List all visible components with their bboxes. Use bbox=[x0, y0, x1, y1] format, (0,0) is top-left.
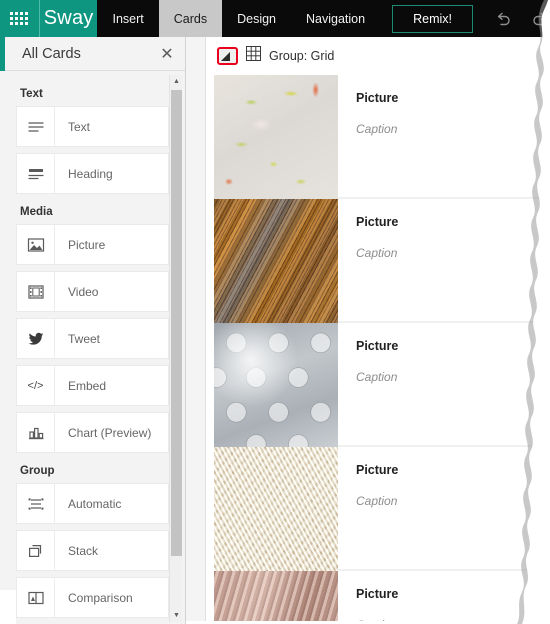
tab-navigation-label: Navigation bbox=[306, 11, 366, 26]
section-label-text: Text bbox=[20, 88, 43, 100]
brand-label: Sway bbox=[43, 7, 94, 29]
card-text: Picture Caption bbox=[338, 571, 550, 624]
card-text: Picture Caption bbox=[338, 199, 550, 321]
embed-code-icon: </> bbox=[17, 366, 55, 405]
undo-icon[interactable] bbox=[493, 9, 513, 29]
card-thumbnail[interactable] bbox=[214, 447, 338, 571]
card-type-video[interactable]: Video bbox=[16, 271, 169, 312]
remix-button-container: Remix! bbox=[380, 0, 473, 37]
history-buttons bbox=[473, 0, 550, 37]
twitter-bird-icon bbox=[17, 319, 55, 358]
section-label-group: Group bbox=[20, 465, 55, 477]
tab-navigation[interactable]: Navigation bbox=[291, 0, 380, 37]
card-thumbnail[interactable] bbox=[214, 323, 338, 447]
bar-chart-icon bbox=[17, 413, 55, 452]
card-title: Picture bbox=[356, 91, 399, 105]
card-type-tweet-label: Tweet bbox=[68, 331, 101, 346]
collapse-triangle-icon bbox=[221, 52, 230, 61]
table-row[interactable]: Picture Caption bbox=[214, 75, 550, 199]
card-text: Picture Caption bbox=[338, 75, 550, 197]
table-row[interactable]: Picture Caption bbox=[214, 199, 550, 323]
card-type-embed-label: Embed bbox=[68, 378, 107, 393]
storyline-canvas: Group: Grid Picture Caption Picture Capt… bbox=[186, 37, 550, 624]
card-title: Picture bbox=[356, 463, 399, 477]
panel-accent-bar bbox=[0, 37, 5, 71]
card-text: Picture Caption bbox=[338, 447, 550, 569]
section-label-media: Media bbox=[20, 206, 53, 218]
card-type-heading[interactable]: Heading bbox=[16, 153, 169, 194]
group-container: Group: Grid Picture Caption Picture Capt… bbox=[205, 37, 550, 624]
card-type-chart-label: Chart (Preview) bbox=[68, 425, 152, 440]
scroll-down-arrow-icon[interactable]: ▼ bbox=[170, 609, 183, 622]
grid-layout-icon bbox=[246, 46, 261, 66]
tab-design-label: Design bbox=[237, 11, 277, 26]
app-launcher-button[interactable] bbox=[0, 0, 40, 37]
card-title: Picture bbox=[356, 339, 399, 353]
card-thumbnail[interactable] bbox=[214, 571, 338, 624]
tab-insert-label: Insert bbox=[112, 11, 144, 26]
card-type-picture[interactable]: Picture bbox=[16, 224, 169, 265]
comparison-icon bbox=[17, 578, 55, 617]
bottom-left-corner bbox=[0, 590, 16, 624]
scroll-up-arrow-icon[interactable]: ▲ bbox=[170, 75, 183, 88]
app-launcher-waffle-icon bbox=[10, 12, 29, 25]
card-thumbnail[interactable] bbox=[214, 199, 338, 323]
panel-scrollbar[interactable]: ▲ ▼ bbox=[169, 75, 182, 622]
panel-header: All Cards ✕ bbox=[0, 37, 185, 71]
group-type-label: Group: Grid bbox=[269, 49, 335, 63]
card-type-tweet[interactable]: Tweet bbox=[16, 318, 169, 359]
embed-code-glyph: </> bbox=[27, 379, 44, 392]
card-title: Picture bbox=[356, 587, 399, 601]
stack-icon bbox=[17, 531, 55, 570]
card-type-automatic-label: Automatic bbox=[68, 496, 122, 511]
group-header: Group: Grid bbox=[206, 37, 550, 75]
brand-home-button[interactable]: Sway bbox=[39, 0, 98, 37]
card-caption[interactable]: Caption bbox=[356, 246, 550, 260]
card-type-chart[interactable]: Chart (Preview) bbox=[16, 412, 169, 453]
panel-title: All Cards bbox=[22, 45, 81, 62]
all-cards-panel: All Cards ✕ Text Text Heading Media Pict… bbox=[0, 37, 186, 624]
video-filmstrip-icon bbox=[17, 272, 55, 311]
card-type-comparison[interactable]: Comparison bbox=[16, 577, 169, 618]
scrollbar-thumb[interactable] bbox=[171, 90, 182, 556]
tab-design[interactable]: Design bbox=[222, 0, 291, 37]
card-caption[interactable]: Caption bbox=[356, 122, 550, 136]
card-type-automatic[interactable]: Automatic bbox=[16, 483, 169, 524]
card-text: Picture Caption bbox=[338, 323, 550, 445]
table-row[interactable]: Picture Caption bbox=[214, 571, 550, 624]
redo-icon[interactable] bbox=[530, 9, 550, 29]
automatic-group-icon bbox=[17, 484, 55, 523]
panel-content: Text Text Heading Media Picture Video Tw… bbox=[0, 71, 185, 624]
toolbar-tabs: Insert Cards Design Navigation bbox=[97, 0, 380, 37]
heading-icon bbox=[17, 154, 55, 193]
card-type-video-label: Video bbox=[68, 284, 99, 299]
card-list: Picture Caption Picture Caption Picture bbox=[206, 75, 550, 624]
card-type-picture-label: Picture bbox=[68, 237, 106, 252]
top-toolbar: Sway Insert Cards Design Navigation Remi… bbox=[0, 0, 550, 37]
table-row[interactable]: Picture Caption bbox=[214, 323, 550, 447]
card-title: Picture bbox=[356, 215, 399, 229]
remix-button[interactable]: Remix! bbox=[392, 4, 473, 33]
picture-icon bbox=[17, 225, 55, 264]
tab-insert[interactable]: Insert bbox=[97, 0, 158, 37]
text-lines-icon bbox=[17, 107, 55, 146]
card-type-text[interactable]: Text bbox=[16, 106, 169, 147]
card-type-heading-label: Heading bbox=[68, 166, 113, 181]
card-thumbnail[interactable] bbox=[214, 75, 338, 199]
card-type-stack[interactable]: Stack bbox=[16, 530, 169, 571]
card-caption[interactable]: Caption bbox=[356, 370, 550, 384]
tab-cards[interactable]: Cards bbox=[158, 0, 223, 37]
card-caption[interactable]: Caption bbox=[356, 494, 550, 508]
table-row[interactable]: Picture Caption bbox=[214, 447, 550, 571]
close-icon[interactable]: ✕ bbox=[149, 44, 185, 64]
collapse-group-triangle[interactable] bbox=[217, 47, 238, 65]
sway-editor-window: Sway Insert Cards Design Navigation Remi… bbox=[0, 0, 550, 624]
tab-cards-label: Cards bbox=[173, 11, 208, 26]
card-type-stack-label: Stack bbox=[68, 543, 99, 558]
card-type-comparison-label: Comparison bbox=[68, 590, 133, 605]
card-type-text-label: Text bbox=[68, 119, 91, 134]
card-type-embed[interactable]: </> Embed bbox=[16, 365, 169, 406]
